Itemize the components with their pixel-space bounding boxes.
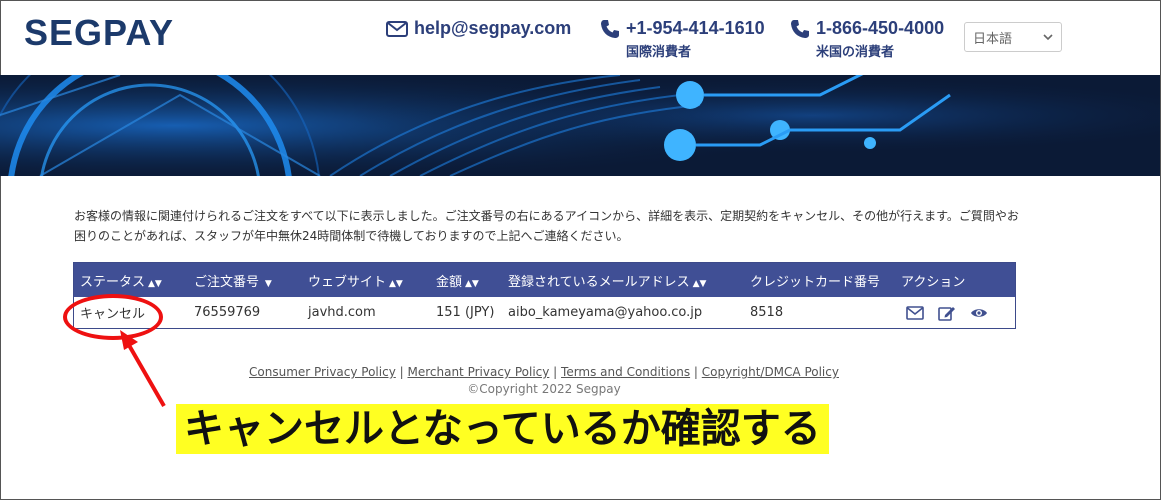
sort-icon[interactable]: ▲▼ <box>389 279 403 289</box>
cell-order-number: 76559769 <box>194 305 261 320</box>
envelope-icon <box>386 20 408 37</box>
phone-icon <box>601 19 619 38</box>
phone-us-number[interactable]: 1-866-450-4000 <box>816 18 944 39</box>
hero-banner <box>0 75 1160 176</box>
dmca-link[interactable]: Copyright/DMCA Policy <box>702 365 839 379</box>
orders-table: ステータス ▲▼ ご注文番号 ▼ ウェブサイト ▲▼ 金額 ▲▼ 登録されているメール… <box>73 262 1016 329</box>
footer: Consumer Privacy Policy | Merchant Priva… <box>0 365 1088 396</box>
table-row: キャンセル 76559769 javhd.com 151 (JPY) aibo_… <box>74 297 1015 328</box>
language-select[interactable]: 日本語 <box>964 22 1062 52</box>
header-status[interactable]: ステータス ▲▼ <box>80 271 162 290</box>
annotation-caption: キャンセルとなっているか確認する <box>176 404 829 454</box>
sort-icon[interactable]: ▲▼ <box>693 279 707 289</box>
email-action-icon[interactable] <box>906 305 924 320</box>
sort-icon[interactable]: ▲▼ <box>148 279 162 289</box>
header-amount[interactable]: 金額 ▲▼ <box>436 271 479 290</box>
sort-icon[interactable]: ▲▼ <box>465 279 479 289</box>
phone-icon <box>791 19 809 38</box>
cell-amount: 151 (JPY) <box>436 305 495 320</box>
phone-us-label: 米国の消費者 <box>816 44 895 59</box>
eye-icon[interactable] <box>970 307 988 319</box>
intro-text: お客様の情報に関連付けられるご注文をすべて以下に表示しました。ご注文番号の右にあ… <box>74 209 1019 243</box>
header-card: クレジットカード番号 <box>750 274 881 290</box>
contact-phone-international[interactable]: +1-954-414-1610 国際消費者 <box>600 18 765 60</box>
contact-phone-us[interactable]: 1-866-450-4000 米国の消費者 <box>790 18 944 60</box>
consumer-privacy-link[interactable]: Consumer Privacy Policy <box>249 365 396 379</box>
phone-international-label: 国際消費者 <box>626 44 692 59</box>
header-website[interactable]: ウェブサイト ▲▼ <box>308 271 403 290</box>
merchant-privacy-link[interactable]: Merchant Privacy Policy <box>407 365 549 379</box>
phone-international-number[interactable]: +1-954-414-1610 <box>626 18 765 39</box>
sort-desc-icon[interactable]: ▼ <box>262 279 272 289</box>
table-header: ステータス ▲▼ ご注文番号 ▼ ウェブサイト ▲▼ 金額 ▲▼ 登録されているメール… <box>74 263 1015 297</box>
terms-link[interactable]: Terms and Conditions <box>561 365 690 379</box>
chevron-down-icon <box>1043 33 1053 40</box>
header-email[interactable]: 登録されているメールアドレス ▲▼ <box>508 271 706 290</box>
language-selected: 日本語 <box>973 31 1013 47</box>
header-actions: アクション <box>901 274 966 290</box>
cell-website: javhd.com <box>308 305 376 320</box>
copyright: ©Copyright 2022 Segpay <box>467 382 621 396</box>
email-link[interactable]: help@segpay.com <box>414 18 571 39</box>
segpay-logo[interactable]: SEGPAY <box>24 12 174 54</box>
edit-icon[interactable] <box>938 305 956 321</box>
contact-email[interactable]: help@segpay.com <box>386 18 571 39</box>
footer-links: Consumer Privacy Policy | Merchant Priva… <box>249 365 839 379</box>
row-actions <box>906 305 988 321</box>
cell-email: aibo_kameyama@yahoo.co.jp <box>508 305 703 320</box>
circuit-graphic <box>0 75 1160 176</box>
cell-card: 8518 <box>750 305 784 320</box>
header-order-number[interactable]: ご注文番号 ▼ <box>194 271 272 290</box>
